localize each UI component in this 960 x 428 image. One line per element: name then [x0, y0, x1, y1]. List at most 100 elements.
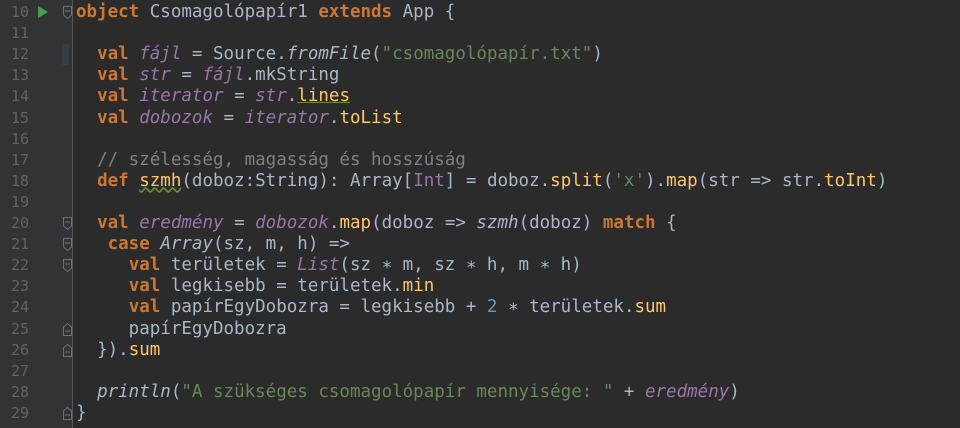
code-token: eredmény — [644, 381, 730, 402]
code-token: val — [97, 44, 129, 65]
code-line[interactable]: 29} — [0, 403, 960, 424]
code-token: + — [613, 381, 645, 402]
line-number: 26 — [10, 340, 29, 359]
code-token: val — [128, 255, 161, 276]
code-token: } — [76, 402, 87, 423]
fold-open-icon[interactable] — [63, 238, 72, 252]
code-token: 2 — [486, 297, 498, 318]
line-number: 24 — [10, 298, 29, 317]
code-line[interactable]: 19 — [0, 192, 960, 213]
code-line[interactable]: 17 // szélesség, magasság és hosszúság — [0, 150, 960, 171]
code-line[interactable]: 14 val iterator = str.lines — [0, 86, 960, 107]
code-token: Array — [160, 234, 213, 255]
code-token: def — [97, 170, 129, 191]
code-token: object — [76, 2, 140, 22]
code-token: map — [666, 170, 698, 191]
line-number: 23 — [10, 277, 29, 296]
code-text: papírEgyDobozra — [76, 319, 287, 340]
code-line[interactable]: 18 def szmh(doboz:String): Array[Int] = … — [0, 171, 960, 192]
code-editor[interactable]: 10 object Csomagolópapír1 extends App {11… — [0, 0, 960, 428]
code-text: // szélesség, magasság és hosszúság — [76, 150, 466, 171]
code-token: ( — [371, 44, 382, 65]
code-text: val eredmény = dobozok.map(doboz => szmh… — [76, 213, 677, 234]
code-token: .mkString — [244, 65, 340, 86]
run-icon[interactable] — [38, 6, 48, 18]
code-line[interactable]: 27 — [0, 361, 960, 382]
code-token: ) — [729, 381, 740, 402]
code-token: ) — [592, 44, 603, 65]
code-line[interactable]: 28 println("A szükséges csomagolópapír m… — [0, 382, 960, 403]
code-line[interactable]: 26 }).sum — [0, 340, 960, 361]
code-token: "csomagolópapír.txt" — [381, 44, 593, 65]
fold-close-icon[interactable] — [63, 406, 72, 420]
code-line[interactable]: 13 val str = fájl.mkString — [0, 65, 960, 86]
code-token: sum — [634, 297, 667, 318]
code-token: }). — [76, 339, 129, 360]
code-token: (str => str. — [697, 170, 825, 191]
code-text: val fájl = Source.fromFile("csomagolópap… — [76, 44, 603, 65]
code-text: val területek = List(sz ∗ m, sz ∗ h, m ∗… — [76, 255, 582, 276]
line-number: 14 — [10, 87, 29, 106]
code-line[interactable]: 21 case Array(sz, m, h) => — [0, 234, 960, 255]
code-token: val — [128, 297, 161, 318]
code-token: toInt — [824, 170, 877, 191]
fold-close-icon[interactable] — [63, 343, 72, 357]
code-token: = — [223, 213, 256, 233]
line-number: 27 — [10, 361, 29, 380]
line-number: 21 — [10, 235, 29, 254]
fold-close-icon[interactable] — [63, 322, 72, 336]
code-line[interactable]: 11 — [0, 23, 960, 44]
code-token: legkisebb = területek. — [160, 276, 403, 297]
code-line[interactable]: 15 val dobozok = iterator.toList — [0, 108, 960, 129]
code-token: papírEgyDobozra = legkisebb + — [160, 297, 487, 318]
code-line[interactable]: 16 — [0, 129, 960, 150]
code-token: fájl — [202, 65, 245, 86]
code-token: = — [223, 86, 256, 107]
code-token: case — [107, 234, 150, 255]
code-token: dobozok — [255, 213, 329, 233]
fold-open-icon[interactable] — [63, 6, 72, 19]
line-number: 28 — [10, 382, 29, 401]
code-line[interactable]: 12 val fájl = Source.fromFile("csomagoló… — [0, 44, 960, 66]
code-line[interactable]: 22 val területek = List(sz ∗ m, sz ∗ h, … — [0, 255, 960, 276]
fold-open-icon[interactable] — [63, 259, 72, 273]
code-line[interactable]: 10 object Csomagolópapír1 extends App { — [0, 2, 960, 23]
code-line[interactable]: 20 val eredmény = dobozok.map(doboz => s… — [0, 213, 960, 234]
code-text: val str = fájl.mkString — [76, 65, 339, 86]
code-token: min — [402, 276, 435, 297]
line-number: 13 — [10, 66, 29, 85]
code-token: str — [255, 86, 287, 107]
code-token: App { — [392, 2, 456, 22]
line-number: 10 — [10, 3, 29, 21]
fold-open-icon[interactable] — [63, 217, 72, 230]
code-text: val papírEgyDobozra = legkisebb + 2 ∗ te… — [76, 297, 666, 318]
line-number: 29 — [10, 403, 29, 422]
line-number: 19 — [10, 192, 29, 211]
line-number: 16 — [10, 129, 29, 148]
code-token: szmh — [476, 213, 519, 233]
code-token: val — [97, 86, 129, 107]
code-token: map — [339, 213, 372, 233]
code-line[interactable]: 24 val papírEgyDobozra = legkisebb + 2 ∗… — [0, 297, 960, 318]
code-text: val legkisebb = területek.min — [76, 276, 435, 297]
code-text: val dobozok = iterator.toList — [76, 108, 403, 129]
code-token: extends — [318, 2, 393, 22]
code-token: lines — [297, 86, 350, 107]
code-token: { — [655, 213, 677, 233]
code-line[interactable]: 25 papírEgyDobozra — [0, 319, 960, 340]
code-token: eredmény — [139, 213, 224, 233]
code-token: . — [286, 86, 298, 107]
code-line[interactable]: 23 val legkisebb = területek.min — [0, 276, 960, 297]
code-token: println — [97, 381, 171, 402]
